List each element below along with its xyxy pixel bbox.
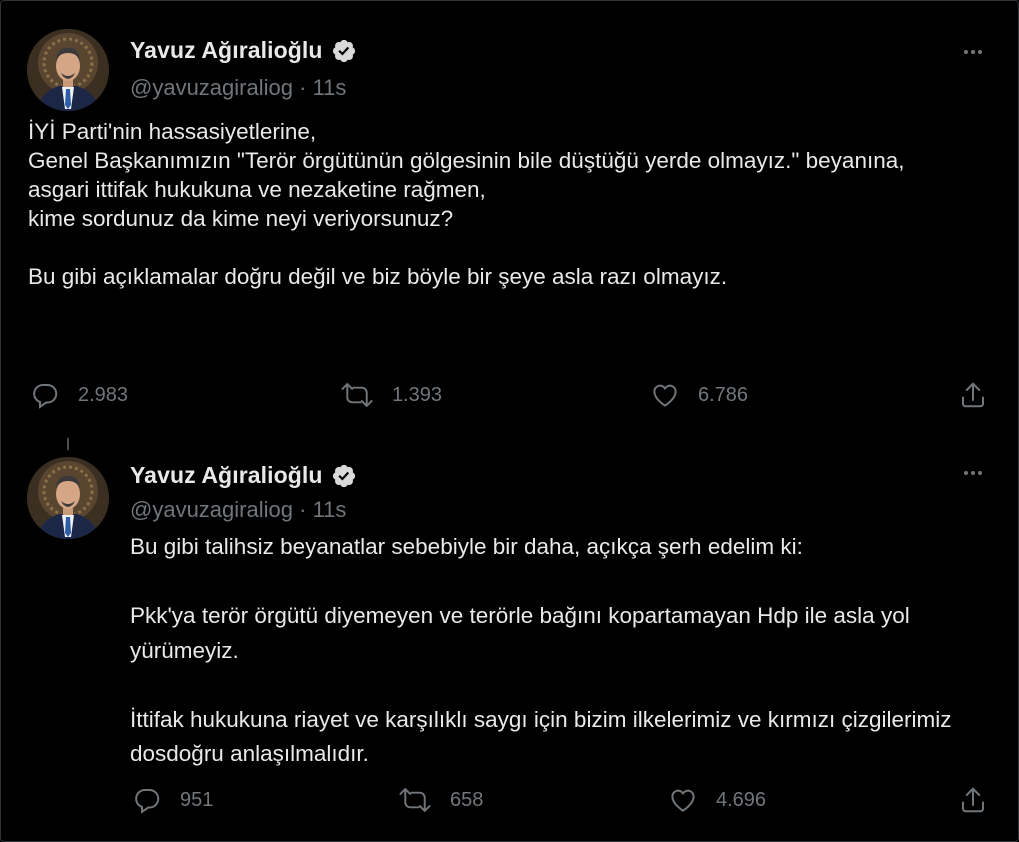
- share-button[interactable]: [958, 380, 988, 410]
- author-name[interactable]: Yavuz Ağıralioğlu: [130, 462, 323, 489]
- retweet-icon: [340, 380, 374, 410]
- tweet-time[interactable]: 11s: [313, 497, 347, 522]
- like-button[interactable]: 6.786: [650, 380, 748, 410]
- retweet-button[interactable]: 658: [398, 785, 483, 815]
- author-name[interactable]: Yavuz Ağıralioğlu: [130, 37, 323, 64]
- more-options-button[interactable]: [959, 42, 987, 62]
- author-name-row[interactable]: Yavuz Ağıralioğlu: [130, 37, 357, 64]
- author-name-row[interactable]: Yavuz Ağıralioğlu: [130, 462, 357, 489]
- retweet-count: 658: [450, 788, 484, 811]
- reply-count: 2.983: [78, 383, 129, 406]
- tweet-actions: 951 658 4.696: [0, 785, 1019, 825]
- share-button[interactable]: [958, 785, 988, 815]
- tweet[interactable]: Yavuz Ağıralioğlu @yavuzagiraliog · 11s …: [0, 440, 1019, 842]
- author-handle[interactable]: @yavuzagiraliog: [130, 75, 293, 100]
- tweet-text: İYİ Parti'nin hassasiyetlerine, Genel Ba…: [28, 119, 905, 289]
- more-options-button[interactable]: [959, 463, 987, 483]
- avatar[interactable]: [27, 457, 109, 539]
- retweet-icon: [398, 785, 432, 815]
- like-icon: [668, 785, 698, 815]
- author-meta: @yavuzagiraliog · 11s: [130, 497, 346, 523]
- reply-button[interactable]: 951: [132, 785, 213, 815]
- like-icon: [650, 380, 680, 410]
- verified-badge-icon: [331, 463, 357, 489]
- author-meta: @yavuzagiraliog · 11s: [130, 75, 346, 101]
- more-horizontal-icon: [964, 50, 968, 54]
- retweet-button[interactable]: 1.393: [340, 380, 442, 410]
- reply-icon: [30, 380, 60, 410]
- meta-separator: ·: [299, 75, 307, 100]
- author-handle[interactable]: @yavuzagiraliog: [130, 497, 293, 522]
- tweet[interactable]: Yavuz Ağıralioğlu @yavuzagiraliog · 11s …: [0, 0, 1019, 440]
- reply-icon: [132, 785, 162, 815]
- avatar[interactable]: [27, 29, 109, 111]
- tweet-text: Bu gibi talihsiz beyanatlar sebebiyle bi…: [130, 534, 952, 766]
- tweet-actions: 2.983 1.393 6.786: [0, 380, 1019, 420]
- like-button[interactable]: 4.696: [668, 785, 766, 815]
- like-count: 4.696: [716, 788, 767, 811]
- share-icon: [958, 785, 988, 815]
- like-count: 6.786: [698, 383, 749, 406]
- verified-badge-icon: [331, 38, 357, 64]
- reply-count: 951: [180, 788, 214, 811]
- tweet-time[interactable]: 11s: [313, 75, 347, 100]
- more-horizontal-icon: [964, 471, 968, 475]
- share-icon: [958, 380, 988, 410]
- reply-button[interactable]: 2.983: [30, 380, 128, 410]
- retweet-count: 1.393: [392, 383, 443, 406]
- meta-separator: ·: [299, 497, 307, 522]
